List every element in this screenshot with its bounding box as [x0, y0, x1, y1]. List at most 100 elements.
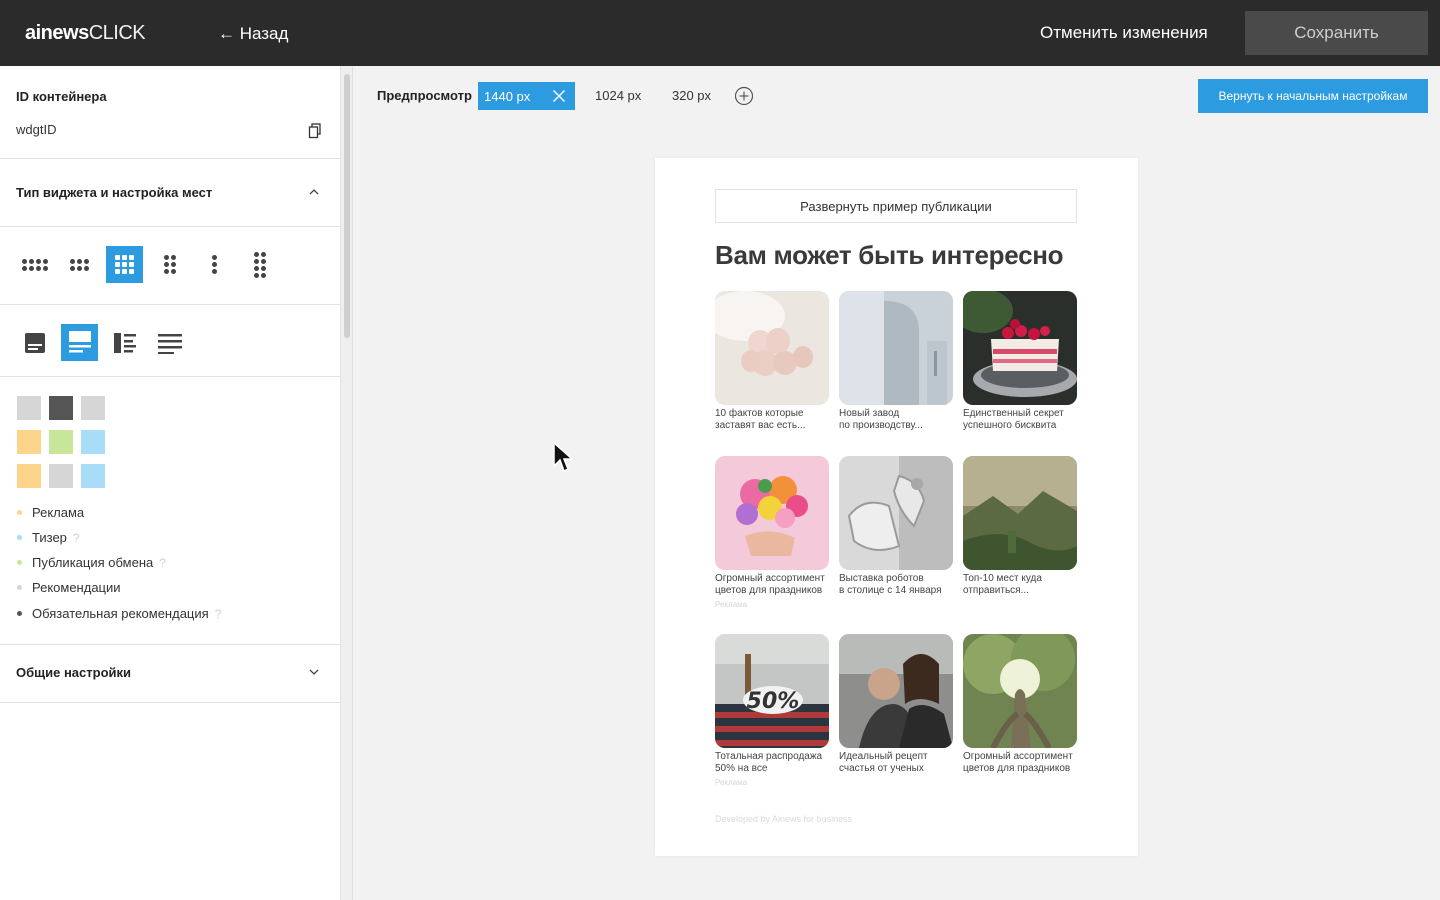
sidebar-scrollbar[interactable] — [341, 66, 353, 900]
widget-title: Вам может быть интересно — [715, 240, 1064, 270]
tile-image-landscape[interactable] — [963, 456, 1077, 570]
sale-badge-text: 50% — [747, 689, 800, 714]
tile-image-friends[interactable] — [839, 634, 953, 748]
grid-4x2-button[interactable] — [16, 246, 53, 283]
caption-line: заставят вас есть... — [715, 420, 806, 431]
slot-swatch[interactable] — [17, 396, 41, 420]
grid-3x2-icon — [70, 258, 89, 271]
slot-swatch[interactable] — [49, 430, 73, 454]
help-icon[interactable]: ? — [215, 607, 222, 621]
general-settings-label[interactable]: Общие настройки — [16, 665, 131, 680]
legend-label: Реклама — [32, 505, 85, 520]
ad-tag: Реклама — [715, 600, 748, 609]
grid-4x2-icon — [21, 258, 48, 271]
size-1440-tab[interactable]: 1440 px — [478, 82, 575, 110]
legend-item-recommendations: Рекомендации — [16, 580, 121, 595]
slot-swatch[interactable] — [81, 430, 105, 454]
grid-3x3-icon — [115, 255, 134, 274]
layout-text-only-icon — [157, 333, 182, 354]
slot-swatch[interactable] — [17, 464, 41, 488]
size-label: 1440 px — [484, 88, 531, 104]
logo-light: CLICK — [88, 22, 146, 44]
legend-label: Обязательная рекомендация — [32, 606, 209, 621]
back-link[interactable]: ← Назад — [218, 24, 288, 44]
divider — [0, 702, 341, 703]
tile-caption[interactable]: Единственный секрет успешного бисквита — [963, 408, 1081, 432]
grid-2x3-button[interactable] — [151, 246, 188, 283]
save-button[interactable]: Сохранить — [1245, 11, 1428, 55]
help-icon[interactable]: ? — [159, 556, 166, 570]
legend-dot — [17, 535, 22, 540]
grid-3x2-button[interactable] — [61, 246, 98, 283]
caption-line: Единственный секрет — [963, 408, 1064, 419]
legend-dot — [17, 510, 22, 515]
tile-caption[interactable]: Выставка роботов в столице с 14 января — [839, 573, 957, 597]
tile-image-sale[interactable]: 50% — [715, 634, 829, 748]
tile-image-cake[interactable] — [963, 291, 1077, 405]
caption-line: Огромный ассортимент — [715, 573, 825, 584]
grid-3x3-button[interactable] — [106, 246, 143, 283]
slot-swatch[interactable] — [81, 464, 105, 488]
legend-dot — [17, 585, 22, 590]
tile-caption[interactable]: Топ-10 мест куда отправиться... — [963, 573, 1081, 597]
legend-label: Рекомендации — [32, 580, 121, 595]
slot-swatch[interactable] — [17, 430, 41, 454]
app-logo[interactable]: ainewsCLICK — [25, 22, 146, 45]
mouse-cursor-icon — [553, 442, 573, 473]
add-circle-icon[interactable] — [734, 86, 754, 106]
tile-caption[interactable]: Огромный ассортимент цветов для праздник… — [715, 573, 833, 597]
expand-publication-button[interactable]: Развернуть пример публикации — [715, 189, 1077, 223]
preview-label: Предпросмотр — [377, 88, 472, 103]
container-id-label: ID контейнера — [16, 89, 107, 104]
slot-swatch[interactable] — [49, 396, 73, 420]
legend-label: Тизер — [32, 530, 67, 545]
cancel-changes-button[interactable]: Отменить изменения — [1040, 23, 1208, 43]
grid-2x4-icon — [253, 251, 266, 278]
layout-image-top-button[interactable] — [61, 324, 98, 361]
legend-label: Публикация обмена — [32, 555, 154, 570]
tile-caption[interactable]: Новый завод по производству... — [839, 408, 957, 432]
scrollbar-thumb[interactable] — [344, 74, 350, 338]
grid-1x3-icon — [212, 255, 217, 274]
grid-1x3-button[interactable] — [196, 246, 233, 283]
size-1024-tab[interactable]: 1024 px — [595, 88, 641, 103]
slot-swatch[interactable] — [49, 464, 73, 488]
caption-line: счастья от ученых — [839, 763, 924, 774]
tile-caption[interactable]: Идеальный рецепт счастья от ученых — [839, 751, 957, 775]
chevron-down-icon[interactable] — [308, 666, 320, 678]
settings-sidebar: ID контейнера wdgtID Тип виджета и настр… — [0, 66, 341, 900]
layout-image-left-icon — [113, 332, 136, 353]
container-id-value[interactable]: wdgtID — [16, 122, 56, 137]
tile-image-garlic[interactable] — [715, 291, 829, 405]
size-320-tab[interactable]: 320 px — [672, 88, 711, 103]
tile-image-flowers[interactable] — [715, 456, 829, 570]
divider — [0, 226, 341, 227]
legend-dot — [17, 611, 22, 616]
layout-overlay-icon — [24, 332, 45, 353]
layout-text-only-button[interactable] — [151, 324, 188, 361]
tile-image-factory[interactable] — [839, 291, 953, 405]
tile-image-robot[interactable] — [839, 456, 953, 570]
layout-image-left-button[interactable] — [106, 324, 143, 361]
chevron-up-icon[interactable] — [308, 186, 320, 198]
tile-caption[interactable]: Тотальная распродажа 50% на все — [715, 751, 833, 775]
top-bar: ainewsCLICK ← Назад Отменить изменения С… — [0, 0, 1440, 66]
copy-icon[interactable] — [308, 123, 322, 139]
powered-by-link[interactable]: Developed by Ainews for business — [715, 814, 852, 824]
grid-2x4-button[interactable] — [241, 246, 278, 283]
close-icon[interactable] — [552, 89, 566, 103]
tile-caption[interactable]: Огромный ассортимент цветов для праздник… — [963, 751, 1081, 775]
help-icon[interactable]: ? — [73, 531, 80, 545]
caption-line: Топ-10 мест куда — [963, 573, 1042, 584]
caption-line: Выставка роботов — [839, 573, 924, 584]
reset-defaults-button[interactable]: Вернуть к начальным настройкам — [1198, 79, 1428, 113]
caption-line: Идеальный рецепт — [839, 751, 928, 762]
tile-image-tree[interactable] — [963, 634, 1077, 748]
layout-image-overlay-button[interactable] — [16, 324, 53, 361]
caption-line: в столице с 14 января — [839, 585, 942, 596]
tile-caption[interactable]: 10 фактов которые заставят вас есть... — [715, 408, 833, 432]
slot-swatch[interactable] — [81, 396, 105, 420]
legend-item-exchange: Публикация обмена ? — [16, 555, 166, 570]
legend-item-mandatory: Обязательная рекомендация ? — [16, 606, 221, 621]
caption-line: цветов для праздников — [963, 763, 1071, 774]
